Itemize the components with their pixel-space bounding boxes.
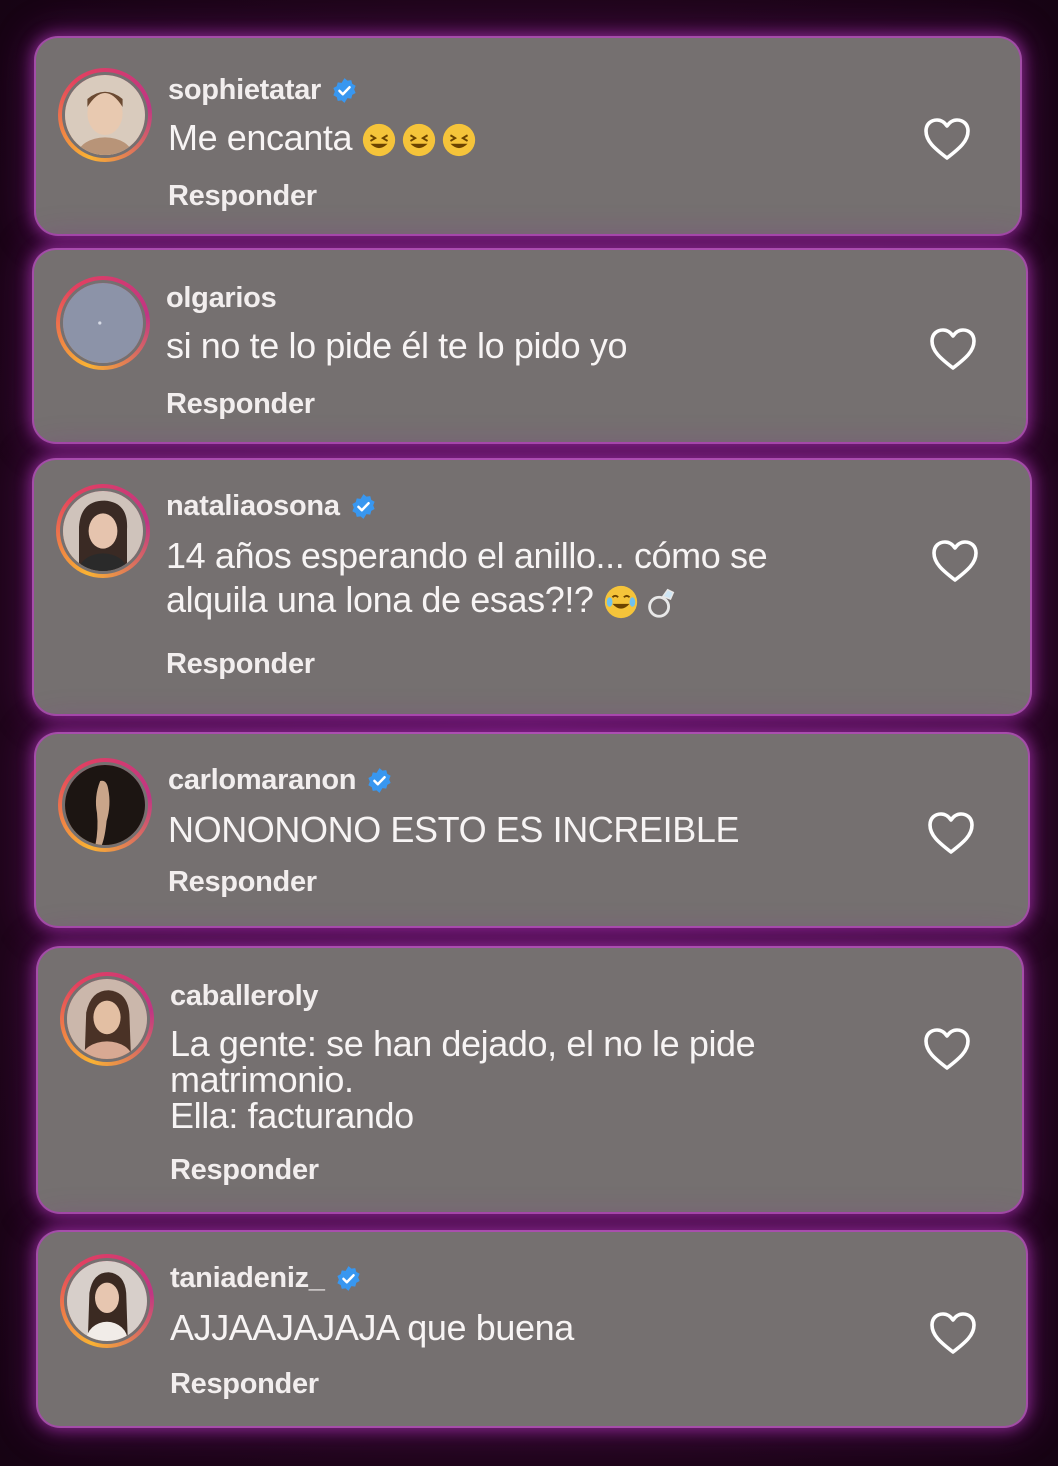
comment-body: La gente: se han dejado, el no le pide m…: [170, 1023, 756, 1136]
avatar[interactable]: [58, 758, 152, 852]
tears-of-joy-face-icon: [604, 586, 637, 619]
reply-button[interactable]: Responder: [170, 1368, 319, 1401]
reply-button[interactable]: Responder: [170, 1154, 319, 1187]
heart-outline-icon: [932, 540, 978, 582]
reply-button[interactable]: Responder: [168, 180, 317, 213]
reply-button[interactable]: Responder: [168, 866, 317, 899]
like-button[interactable]: [922, 116, 972, 162]
comment-card: taniadeniz_ AJJAAJAJAJA que buena Respon…: [38, 1232, 1026, 1426]
comment-text: Me encanta: [168, 116, 830, 160]
comment-card: nataliaosona 14 años esperando el anillo…: [34, 460, 1030, 714]
like-button[interactable]: [926, 810, 976, 856]
like-button[interactable]: [922, 1026, 972, 1072]
avatar[interactable]: [56, 484, 150, 578]
like-button[interactable]: [928, 326, 978, 372]
comment-text: NONONONO ESTO ES INCREIBLE: [168, 808, 838, 852]
username[interactable]: carlomaranon: [168, 764, 356, 797]
heart-outline-icon: [924, 118, 970, 160]
comment-text: La gente: se han dejado, el no le pide m…: [170, 1026, 832, 1134]
username[interactable]: nataliaosona: [166, 490, 340, 523]
ring-icon: [647, 589, 674, 619]
comment-card: sophietatar Me encanta Responder: [36, 38, 1020, 234]
comment-card: caballeroly La gente: se han dejado, el …: [38, 948, 1022, 1212]
comment-body: si no te lo pide él te lo pido yo: [166, 325, 628, 366]
comment-card: carlomaranon NONONONO ESTO ES INCREIBLE …: [36, 734, 1028, 926]
username[interactable]: sophietatar: [168, 74, 321, 107]
like-button[interactable]: [930, 538, 980, 584]
comment-body: Me encanta: [168, 117, 353, 158]
grinning-squint-face-icon: [362, 124, 396, 157]
avatar[interactable]: [60, 1254, 154, 1348]
verified-badge-icon: [337, 1266, 360, 1291]
verified-badge-icon: [368, 768, 391, 793]
avatar-photo: [65, 75, 145, 155]
heart-outline-icon: [930, 1312, 976, 1354]
heart-outline-icon: [928, 812, 974, 854]
comment-text: 14 años esperando el anillo... cómo se a…: [166, 534, 850, 622]
verified-badge-icon: [333, 78, 356, 103]
avatar-photo: [63, 283, 143, 363]
grinning-squint-face-icon: [402, 124, 436, 157]
username[interactable]: taniadeniz_: [170, 1262, 325, 1295]
comment-body: AJJAAJAJAJA que buena: [170, 1307, 574, 1348]
avatar-photo: [63, 491, 143, 571]
avatar-photo: [65, 765, 145, 845]
avatar-photo: [67, 1261, 147, 1341]
avatar-photo: [67, 979, 147, 1059]
comment-text: si no te lo pide él te lo pido yo: [166, 324, 836, 368]
avatar[interactable]: [56, 276, 150, 370]
username[interactable]: caballeroly: [170, 980, 319, 1013]
verified-badge-icon: [352, 494, 375, 519]
avatar[interactable]: [60, 972, 154, 1066]
reply-button[interactable]: Responder: [166, 648, 315, 681]
username[interactable]: olgarios: [166, 282, 277, 315]
heart-outline-icon: [924, 1028, 970, 1070]
reply-button[interactable]: Responder: [166, 388, 315, 421]
avatar[interactable]: [58, 68, 152, 162]
heart-outline-icon: [930, 328, 976, 370]
like-button[interactable]: [928, 1310, 978, 1356]
comment-text: AJJAAJAJAJA que buena: [170, 1306, 836, 1350]
comment-card: olgarios si no te lo pide él te lo pido …: [34, 250, 1026, 442]
grinning-squint-face-icon: [442, 124, 476, 157]
comment-body: NONONONO ESTO ES INCREIBLE: [168, 809, 740, 850]
